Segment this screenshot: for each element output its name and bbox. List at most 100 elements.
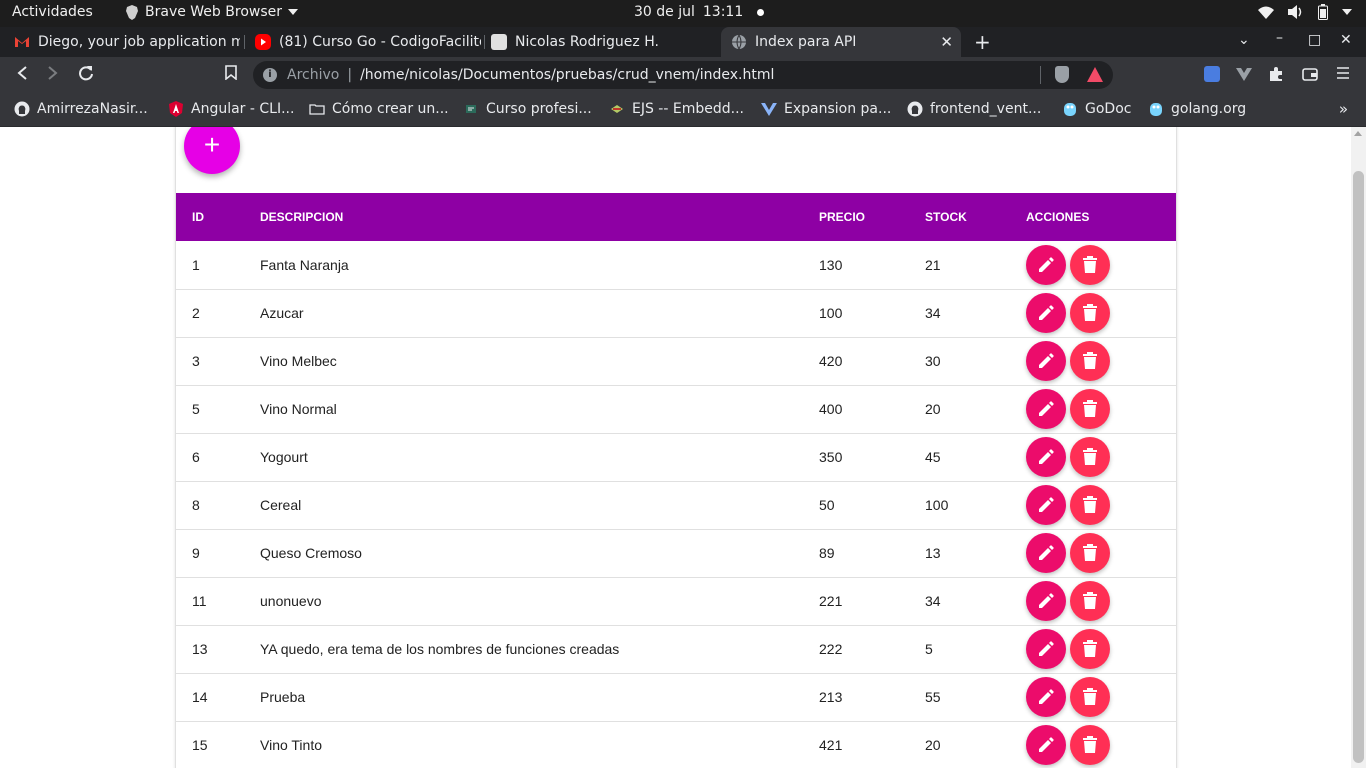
header-descripcion[interactable]: DESCRIPCION xyxy=(244,193,803,241)
cell-acciones xyxy=(1010,385,1176,433)
tab-youtube[interactable]: (81) Curso Go - CodigoFacilito xyxy=(245,27,481,57)
row-actions xyxy=(1026,437,1160,477)
cell-descripcion: YA quedo, era tema de los nombres de fun… xyxy=(260,641,620,657)
tab-label: (81) Curso Go - CodigoFacilito xyxy=(279,34,481,50)
back-arrow-icon xyxy=(17,66,27,80)
close-window-button[interactable]: ✕ xyxy=(1340,32,1352,48)
tab-strip: Diego, your job application m (81) Curso… xyxy=(0,27,1366,57)
delete-button[interactable] xyxy=(1070,485,1110,525)
trash-icon xyxy=(1083,640,1097,657)
cell-stock: 20 xyxy=(925,401,941,417)
scrollbar-thumb[interactable] xyxy=(1353,171,1364,763)
tab-gmail[interactable]: Diego, your job application m xyxy=(4,27,240,57)
bookmark-item[interactable]: Curso profesi... xyxy=(463,101,592,117)
pencil-icon xyxy=(1039,353,1054,368)
edit-button[interactable] xyxy=(1026,293,1066,333)
translate-extension-icon[interactable] xyxy=(1204,66,1220,82)
tab-nicolas[interactable]: Nicolas Rodriguez H. xyxy=(481,27,717,57)
tab-search-chevron-icon[interactable]: ⌄ xyxy=(1238,32,1250,48)
cell-descripcion: Vino Tinto xyxy=(260,737,323,753)
bookmark-button[interactable] xyxy=(225,65,237,84)
edit-button[interactable] xyxy=(1026,437,1066,477)
edit-button[interactable] xyxy=(1026,725,1066,765)
cell-descripcion: Yogourt xyxy=(260,449,308,465)
cell-descripcion: Vino Melbec xyxy=(260,353,337,369)
forward-button[interactable] xyxy=(47,65,59,84)
delete-button[interactable] xyxy=(1070,677,1110,717)
page-scrollbar[interactable] xyxy=(1351,127,1366,768)
bookmark-item[interactable]: Expansion pa... xyxy=(761,101,891,117)
bookmark-item[interactable]: GoDoc xyxy=(1062,101,1131,117)
system-tray[interactable] xyxy=(1258,4,1352,20)
pencil-icon xyxy=(1039,401,1054,416)
brave-shields-icon[interactable] xyxy=(1055,66,1069,83)
bookmarks-overflow-chevron-icon[interactable]: » xyxy=(1339,100,1348,118)
close-tab-icon[interactable]: ✕ xyxy=(940,33,953,51)
delete-button[interactable] xyxy=(1070,341,1110,381)
info-icon[interactable]: i xyxy=(263,68,277,82)
edit-button[interactable] xyxy=(1026,677,1066,717)
bookmark-item[interactable]: Cómo crear un... xyxy=(309,101,449,117)
new-tab-button[interactable]: + xyxy=(974,30,991,54)
clock[interactable]: 30 de jul 13:11 xyxy=(634,4,765,20)
minimize-button[interactable]: – xyxy=(1276,30,1283,46)
bookmark-label: Angular - CLI... xyxy=(191,101,295,117)
bookmark-label: frontend_vent... xyxy=(930,101,1042,117)
bookmark-item[interactable]: EJS -- Embedd... xyxy=(609,101,744,117)
delete-button[interactable] xyxy=(1070,533,1110,573)
github-icon xyxy=(14,101,30,117)
bookmark-item[interactable]: AmirrezaNasir... xyxy=(14,101,148,117)
gmail-icon xyxy=(14,34,30,50)
brave-rewards-icon[interactable] xyxy=(1087,67,1103,82)
edit-button[interactable] xyxy=(1026,485,1066,525)
bookmark-label: golang.org xyxy=(1171,101,1247,117)
table-row: 15 Vino Tinto 421 20 xyxy=(176,721,1176,768)
chevron-down-icon xyxy=(1342,9,1352,15)
cell-descripcion: unonuevo xyxy=(260,593,322,609)
gopher-icon xyxy=(1064,103,1076,116)
delete-button[interactable] xyxy=(1070,293,1110,333)
vue-devtools-icon[interactable] xyxy=(1236,66,1252,82)
edit-button[interactable] xyxy=(1026,341,1066,381)
scroll-up-arrow-icon[interactable] xyxy=(1354,131,1362,136)
cell-stock: 100 xyxy=(925,497,949,513)
extensions-puzzle-icon[interactable] xyxy=(1268,66,1284,82)
activities-button[interactable]: Actividades xyxy=(12,4,93,20)
bookmark-item[interactable]: golang.org xyxy=(1148,101,1246,117)
edit-button[interactable] xyxy=(1026,389,1066,429)
edit-button[interactable] xyxy=(1026,629,1066,669)
tab-index-api[interactable]: Index para API ✕ xyxy=(721,27,961,57)
bookmark-item[interactable]: frontend_vent... xyxy=(907,101,1041,117)
address-bar[interactable]: i Archivo | /home/nicolas/Documentos/pru… xyxy=(253,61,1113,89)
menu-hamburger-icon[interactable] xyxy=(1337,66,1353,82)
header-id[interactable]: ID xyxy=(176,193,244,241)
cell-precio: 421 xyxy=(819,737,843,753)
delete-button[interactable] xyxy=(1070,725,1110,765)
header-precio[interactable]: PRECIO xyxy=(803,193,909,241)
delete-button[interactable] xyxy=(1070,629,1110,669)
cell-descripcion: Cereal xyxy=(260,497,302,513)
header-stock[interactable]: STOCK xyxy=(909,193,1010,241)
delete-button[interactable] xyxy=(1070,389,1110,429)
row-actions xyxy=(1026,485,1160,525)
delete-button[interactable] xyxy=(1070,581,1110,621)
pencil-icon xyxy=(1039,641,1054,656)
wallet-icon[interactable] xyxy=(1302,66,1318,82)
app-menu[interactable]: Brave Web Browser xyxy=(125,4,298,20)
edit-button[interactable] xyxy=(1026,581,1066,621)
cell-acciones xyxy=(1010,625,1176,673)
maximize-button[interactable]: □ xyxy=(1308,32,1321,48)
back-button[interactable] xyxy=(16,65,28,84)
bookmark-item[interactable]: Angular - CLI... xyxy=(168,101,294,117)
add-product-button[interactable]: + xyxy=(184,127,240,174)
delete-button[interactable] xyxy=(1070,244,1110,285)
delete-button[interactable] xyxy=(1070,437,1110,477)
plus-icon: + xyxy=(203,129,221,160)
github-icon xyxy=(907,101,923,117)
cell-descripcion: Vino Normal xyxy=(260,401,337,417)
tab-label: Diego, your job application m xyxy=(38,34,240,50)
edit-button[interactable] xyxy=(1026,533,1066,573)
cell-precio: 89 xyxy=(819,545,835,561)
reload-button[interactable] xyxy=(78,65,94,85)
edit-button[interactable] xyxy=(1026,244,1066,285)
